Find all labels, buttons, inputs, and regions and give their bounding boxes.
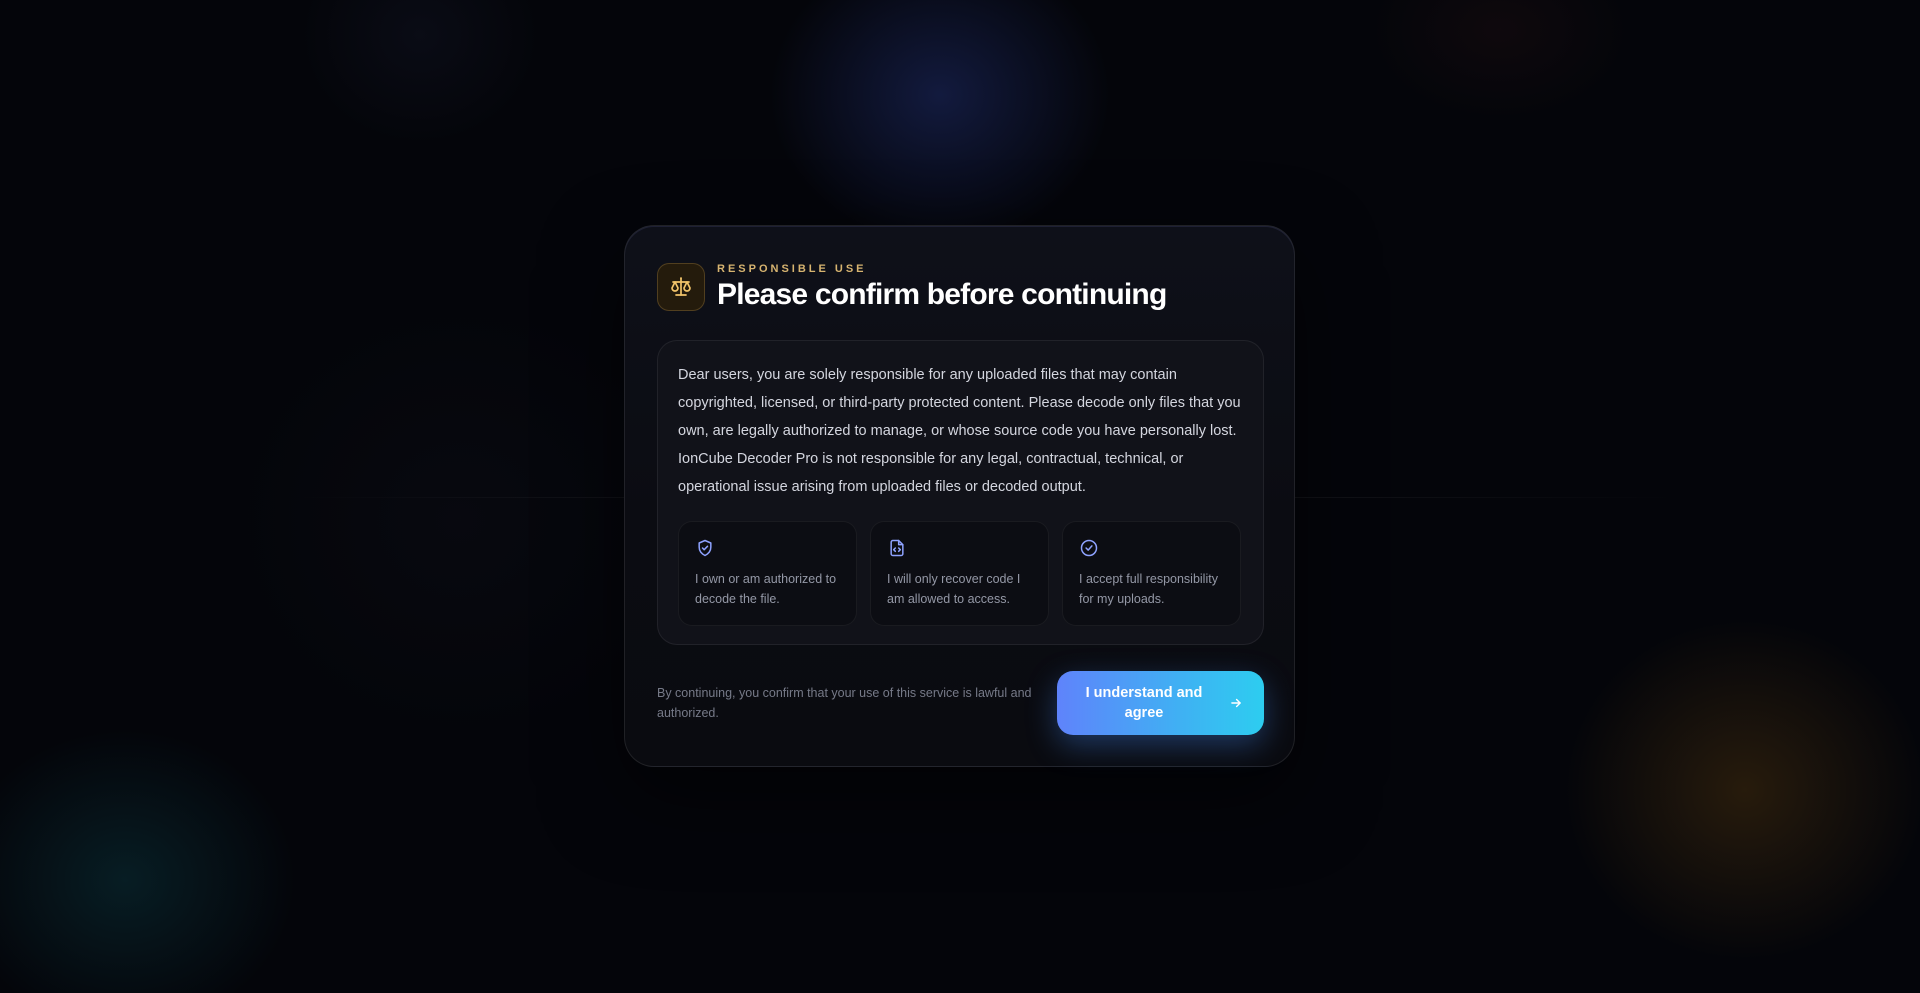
- check-item-label: I will only recover code I am allowed to…: [887, 572, 1021, 606]
- shield-check-icon: [698, 539, 712, 557]
- dialog-title: Please confirm before continuing: [717, 278, 1167, 311]
- check-item-label: I own or am authorized to decode the fil…: [695, 572, 837, 606]
- arrow-right-icon: [1231, 698, 1241, 708]
- check-item-ownership: I own or am authorized to decode the fil…: [678, 521, 857, 626]
- check-circle-icon: [1080, 539, 1098, 557]
- page-background: RESPONSIBLE USE Please confirm before co…: [0, 0, 1920, 993]
- check-item-label: I accept full responsibility for my uplo…: [1079, 572, 1218, 606]
- notice-text: Dear users, you are solely responsible f…: [678, 367, 1241, 495]
- check-item-access: I will only recover code I am allowed to…: [870, 521, 1049, 626]
- file-code-icon: [890, 539, 904, 557]
- notice-panel: Dear users, you are solely responsible f…: [657, 340, 1264, 645]
- agree-button[interactable]: I understand and agree: [1057, 671, 1264, 735]
- agree-button-label: I understand and agree: [1085, 685, 1203, 721]
- dialog-header: RESPONSIBLE USE Please confirm before co…: [657, 263, 1262, 319]
- confirmation-list: I own or am authorized to decode the fil…: [678, 521, 1245, 626]
- scale-icon: [657, 263, 705, 311]
- responsible-use-dialog: RESPONSIBLE USE Please confirm before co…: [624, 225, 1295, 767]
- dialog-eyebrow: RESPONSIBLE USE: [717, 263, 867, 275]
- check-item-responsibility: I accept full responsibility for my uplo…: [1062, 521, 1241, 626]
- footer-disclaimer: By continuing, you confirm that your use…: [657, 686, 1032, 720]
